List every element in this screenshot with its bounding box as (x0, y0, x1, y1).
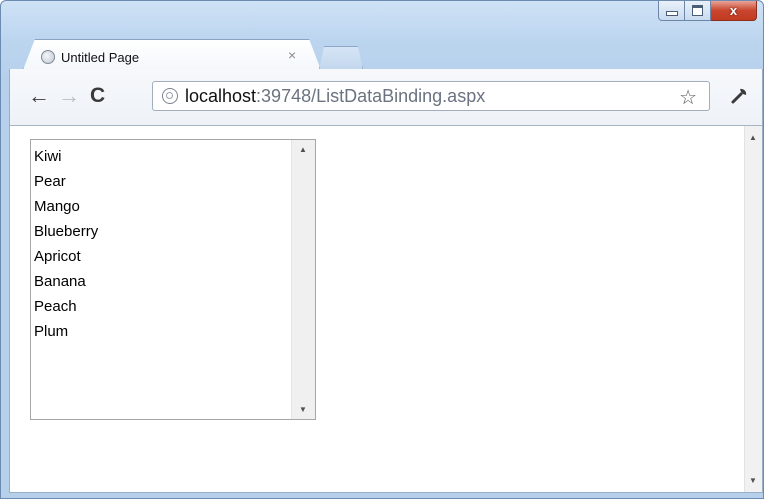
list-item[interactable]: Banana (34, 269, 98, 294)
list-item[interactable]: Pear (34, 169, 98, 194)
fruit-listbox[interactable]: Kiwi Pear Mango Blueberry Apricot Banana… (30, 139, 316, 420)
scroll-up-icon[interactable]: ▲ (299, 145, 307, 154)
listbox-items: Kiwi Pear Mango Blueberry Apricot Banana… (34, 144, 98, 344)
close-window-button[interactable]: x (711, 1, 757, 21)
new-tab-button[interactable] (319, 46, 363, 69)
url-text[interactable]: localhost:39748/ListDataBinding.aspx (185, 86, 485, 107)
page-scrollbar[interactable]: ▲ ▼ (744, 126, 762, 492)
list-item[interactable]: Blueberry (34, 219, 98, 244)
url-host: localhost (185, 85, 257, 106)
maximize-icon (692, 5, 703, 16)
back-button[interactable]: ← (28, 85, 50, 107)
browser-toolbar: ← → C localhost:39748/ListDataBinding.as… (9, 69, 763, 126)
scroll-up-icon[interactable]: ▲ (749, 133, 757, 142)
browser-window: x Untitled Page × ← → C localhost:39748/… (0, 0, 764, 499)
page-content: Kiwi Pear Mango Blueberry Apricot Banana… (9, 126, 763, 493)
forward-button[interactable]: → (58, 85, 80, 107)
wrench-icon[interactable] (730, 85, 750, 111)
scroll-down-icon[interactable]: ▼ (299, 405, 307, 414)
scroll-down-icon[interactable]: ▼ (749, 476, 757, 485)
listbox-scrollbar[interactable]: ▲ ▼ (291, 140, 315, 419)
bookmark-star-icon[interactable]: ☆ (679, 85, 697, 110)
reload-button[interactable]: C (90, 85, 105, 107)
address-bar[interactable]: localhost:39748/ListDataBinding.aspx ☆ (152, 81, 710, 111)
maximize-button[interactable] (685, 1, 711, 21)
wrench-icon-svg (731, 88, 747, 104)
globe-icon (41, 50, 55, 64)
list-item[interactable]: Apricot (34, 244, 98, 269)
tab-title: Untitled Page (61, 49, 140, 65)
tab-label-group: Untitled Page (41, 45, 139, 69)
window-caption-buttons: x (658, 1, 757, 23)
minimize-button[interactable] (658, 1, 685, 21)
list-item[interactable]: Kiwi (34, 144, 98, 169)
list-item[interactable]: Mango (34, 194, 98, 219)
tab-close-button[interactable]: × (288, 47, 296, 63)
page-info-icon[interactable] (162, 88, 178, 104)
list-item[interactable]: Peach (34, 294, 98, 319)
close-icon: x (729, 3, 738, 18)
list-item[interactable]: Plum (34, 319, 98, 344)
minimize-icon (665, 11, 678, 16)
url-path: :39748/ListDataBinding.aspx (256, 85, 486, 106)
